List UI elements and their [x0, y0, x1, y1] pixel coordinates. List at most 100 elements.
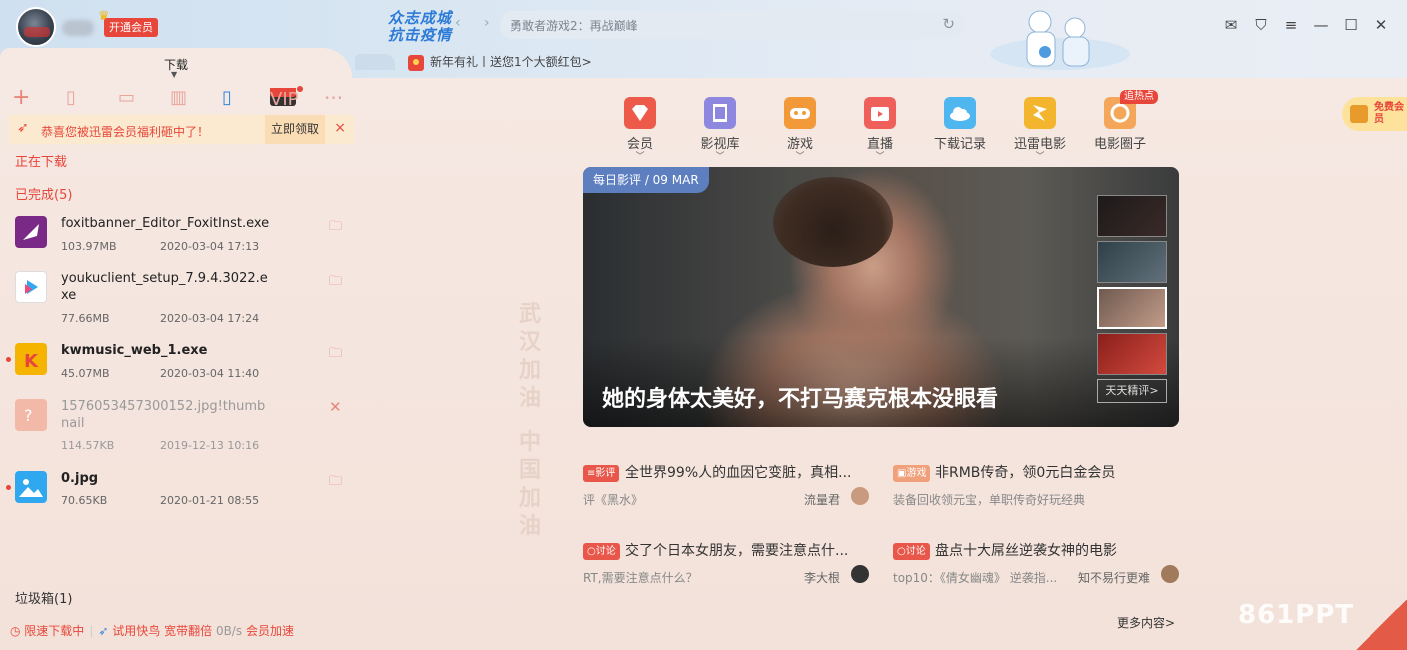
download-tab[interactable]: 下载 ▼	[0, 48, 352, 80]
gamepad-icon	[784, 97, 816, 129]
nav-xunlei-movie[interactable]: 迅雷电影 ﹀	[1010, 97, 1070, 162]
nav-vip[interactable]: 会员 ﹀	[610, 97, 670, 162]
author-avatar[interactable]	[1161, 565, 1179, 583]
claim-now-button[interactable]: 立即领取	[265, 115, 325, 144]
username-blurred	[62, 20, 94, 36]
download-item[interactable]: K kwmusic_web_1.exe 45.07MB 2020-03-04 1…	[0, 340, 360, 386]
vip-icon[interactable]: VIP	[270, 88, 298, 110]
hero-thumbnail[interactable]	[1097, 241, 1167, 283]
file-size: 70.65KB	[61, 494, 108, 507]
more-content-link[interactable]: 更多内容>	[1117, 614, 1175, 631]
folder-icon[interactable]: 🗀	[329, 344, 342, 366]
nav-games[interactable]: 游戏 ﹀	[770, 97, 830, 162]
daily-review-tag: 每日影评 / 09 MAR	[583, 167, 709, 193]
hero-banner[interactable]: 每日影评 / 09 MAR 她的身体太美好，不打马赛克根本没眼看 天天精评>	[583, 167, 1179, 427]
broadband-double-link[interactable]: 宽带翻倍	[164, 624, 212, 638]
back-arrow-icon[interactable]: ‹	[455, 15, 461, 31]
app-window: ♛ 开通会员 众志成城 抗击疫情 ‹ › 勇敢者游戏2：再战巅峰 ↻ 新年有礼丨…	[0, 0, 1407, 650]
more-icon[interactable]: ···	[324, 86, 343, 110]
author-avatar[interactable]	[851, 487, 869, 505]
chevron-down-icon: ﹀	[715, 152, 725, 162]
refresh-icon[interactable]: ↻	[942, 15, 955, 33]
cloud-icon	[944, 97, 976, 129]
downloading-section[interactable]: 正在下载	[15, 151, 67, 170]
speed-limit-status[interactable]: ◷ 限速下载中	[10, 624, 84, 638]
status-bar: ◷ 限速下载中 | ➶ 试用快鸟 宽带翻倍 0B/s 会员加速	[10, 624, 294, 638]
notice-close-icon[interactable]: ×	[334, 120, 346, 136]
free-vip-button[interactable]: 免费会员	[1342, 97, 1407, 131]
file-name: 0.jpg	[61, 471, 99, 486]
folder-icon[interactable]: ▭	[118, 86, 135, 110]
file-name: kwmusic_web_1.exe	[61, 343, 208, 358]
image-file-icon	[15, 471, 47, 503]
download-toolbar: + ▯ ▭ ▥ ▯ VIP ···	[10, 86, 355, 111]
new-dot	[6, 485, 11, 490]
download-item[interactable]: 0.jpg 70.65KB 2020-01-21 08:55 🗀	[0, 468, 360, 514]
shirt-icon[interactable]: ⛉	[1253, 16, 1269, 34]
file-icon[interactable]: ▯	[66, 86, 76, 110]
file-size: 114.57KB	[61, 439, 115, 452]
nav-movie-library[interactable]: 影视库 ﹀	[690, 97, 750, 162]
folder-icon[interactable]: 🗀	[329, 217, 342, 239]
slogan-logo: 众志成城 抗击疫情	[388, 9, 453, 44]
hero-caption[interactable]: 她的身体太美好，不打马赛克根本没眼看	[602, 381, 998, 413]
file-date: 2020-03-04 11:40	[160, 367, 260, 380]
broken-image-icon: ?	[15, 399, 47, 431]
download-item[interactable]: youkuclient_setup_7.9.4.3022.exe 77.66MB…	[0, 268, 360, 330]
svg-text:K: K	[24, 351, 39, 372]
download-item[interactable]: ? 1576053457300152.jpg!thumbnail 114.57K…	[0, 396, 360, 456]
folder-icon[interactable]: 🗀	[329, 472, 342, 494]
hero-thumbnail[interactable]	[1097, 287, 1167, 329]
author-avatar[interactable]	[851, 565, 869, 583]
vip-accelerate-link[interactable]: 会员加速	[246, 624, 294, 638]
new-year-promo-link[interactable]: 新年有礼丨送您1个大额红包>	[408, 53, 592, 71]
download-item[interactable]: foxitbanner_Editor_FoxitInst.exe 103.97M…	[0, 212, 360, 262]
address-bar[interactable]: 勇敢者游戏2：再战巅峰 ↻	[500, 11, 965, 39]
user-avatar[interactable]	[16, 7, 56, 47]
delete-icon[interactable]: ✕	[329, 398, 342, 416]
try-kuainiao-link[interactable]: 试用快鸟	[112, 624, 160, 638]
nav-movie-circle[interactable]: 电影圈子	[1090, 97, 1150, 152]
file-name: youkuclient_setup_7.9.4.3022.exe	[61, 271, 268, 303]
file-size: 103.97MB	[61, 240, 117, 253]
completed-section[interactable]: 已完成(5)	[15, 184, 72, 203]
close-icon[interactable]: ✕	[1373, 16, 1389, 34]
add-icon[interactable]: +	[12, 86, 30, 110]
folder-icon[interactable]: 🗀	[329, 272, 342, 294]
file-size: 45.07MB	[61, 367, 110, 380]
svg-text:?: ?	[24, 406, 33, 425]
nav-download-history[interactable]: 下载记录	[930, 97, 990, 152]
mail-icon[interactable]: ✉	[1223, 16, 1239, 34]
hero-thumbnail[interactable]	[1097, 333, 1167, 375]
chevron-down-icon: ﹀	[875, 152, 885, 162]
kuainiao-icon: ➶	[98, 624, 109, 638]
file-date: 2019-12-13 10:16	[160, 439, 260, 452]
hero-thumbnail[interactable]	[1097, 195, 1167, 237]
main-nav: 会员 ﹀ 影视库 ﹀ 游戏 ﹀ 直播 ﹀ 下载记录 迅雷电影 ﹀ 电影圈子	[615, 97, 1175, 162]
file-name: foxitbanner_Editor_FoxitInst.exe	[61, 216, 270, 231]
vip-diamond-icon	[624, 97, 656, 129]
phone-icon[interactable]: ▯	[222, 86, 232, 110]
window-controls: ✉ ⛉ ≡ — ☐ ✕	[1223, 16, 1389, 34]
red-envelope-icon	[408, 54, 424, 71]
open-vip-button[interactable]: 开通会员	[104, 18, 158, 37]
file-date: 2020-03-04 17:24	[160, 312, 260, 325]
maximize-icon[interactable]: ☐	[1343, 16, 1359, 34]
trash-icon[interactable]: ▥	[170, 86, 187, 110]
notice-text: 恭喜您被迅雷会员福利砸中了！	[41, 125, 210, 139]
forward-arrow-icon[interactable]: ›	[484, 15, 490, 31]
trash-section[interactable]: 垃圾箱(1)	[15, 588, 72, 607]
file-date: 2020-01-21 08:55	[160, 494, 260, 507]
kuwo-icon: K	[15, 343, 47, 375]
daily-reviews-link[interactable]: 天天精评>	[1097, 379, 1167, 403]
doctor-illustration	[990, 10, 1130, 70]
thunder-bird-icon: ➶	[17, 120, 29, 136]
chevron-down-icon: ﹀	[635, 152, 645, 162]
hot-topic-badge: 追热点	[1120, 90, 1158, 104]
file-size: 77.66MB	[61, 312, 110, 325]
minimize-icon[interactable]: —	[1313, 16, 1329, 34]
file-date: 2020-03-04 17:13	[160, 240, 260, 253]
menu-icon[interactable]: ≡	[1283, 16, 1299, 34]
secondary-tab[interactable]	[355, 54, 395, 70]
nav-live[interactable]: 直播 ﹀	[850, 97, 910, 162]
